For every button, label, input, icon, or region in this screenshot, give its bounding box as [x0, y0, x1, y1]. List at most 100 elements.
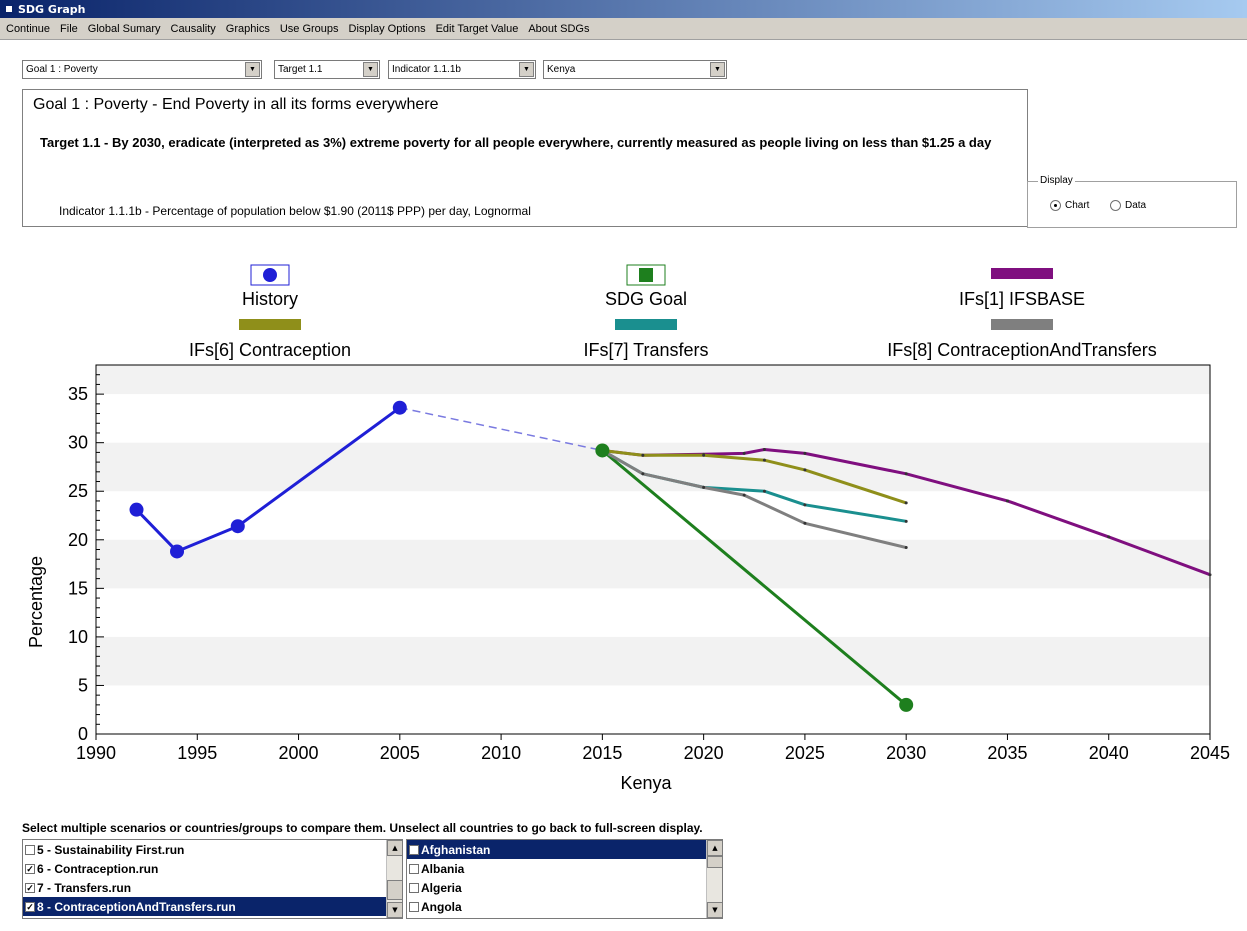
series-marker	[595, 443, 610, 458]
scenario-item-label: 8 - ContraceptionAndTransfers.run	[37, 899, 236, 914]
display-chart-label: Chart	[1065, 200, 1090, 211]
scroll-thumb[interactable]	[387, 880, 402, 900]
menu-about-sdgs[interactable]: About SDGs	[528, 23, 589, 35]
chevron-down-icon[interactable]: ▼	[245, 62, 260, 77]
x-tick-label: 2035	[987, 743, 1027, 763]
series-point	[904, 501, 908, 505]
country-item[interactable]: Afghanistan	[407, 840, 722, 859]
x-tick-label: 2000	[279, 743, 319, 763]
checkbox-checked-icon[interactable]: ✓	[25, 882, 35, 893]
legend-history-label: History	[241, 289, 298, 309]
display-chart-radio[interactable]: Chart	[1050, 200, 1089, 211]
y-tick-label: 25	[68, 481, 88, 501]
x-tick-label: 2040	[1089, 743, 1129, 763]
country-select[interactable]: Kenya ▼	[543, 60, 727, 79]
grid-band	[96, 539, 1210, 589]
series-point	[904, 519, 908, 523]
radio-unselected-icon[interactable]	[1110, 200, 1121, 211]
scenario-item[interactable]: ✓ 6 - Contraception.run	[23, 859, 402, 878]
series-point	[762, 458, 766, 462]
target-text: Target 1.1 - By 2030, eradicate (interpr…	[40, 135, 992, 150]
series-point	[762, 447, 766, 451]
y-tick-label: 20	[68, 530, 88, 550]
legend-ifsbase-swatch	[991, 268, 1053, 279]
series-marker	[392, 400, 407, 415]
series-point	[1107, 535, 1111, 539]
x-axis-label: Kenya	[620, 773, 672, 793]
window-title: SDG Graph	[18, 2, 86, 16]
scenario-scrollbar[interactable]: ▲ ▼	[386, 840, 402, 918]
chart-grid-bands	[96, 365, 1210, 686]
country-scrollbar[interactable]: ▲ ▼	[706, 840, 722, 918]
country-item[interactable]: Albania	[407, 859, 722, 878]
radio-selected-icon[interactable]	[1050, 200, 1061, 211]
country-item-label: Algeria	[421, 880, 462, 895]
indicator-select[interactable]: Indicator 1.1.1b ▼	[388, 60, 536, 79]
scenario-item-label: 5 - Sustainability First.run	[37, 842, 185, 857]
chevron-down-icon[interactable]: ▼	[519, 62, 534, 77]
checkbox-icon[interactable]	[409, 844, 419, 855]
x-tick-label: 2015	[582, 743, 622, 763]
y-tick-label: 10	[68, 627, 88, 647]
scenario-item[interactable]: ✓ 7 - Transfers.run	[23, 878, 402, 897]
menu-graphics[interactable]: Graphics	[226, 23, 270, 35]
checkbox-icon[interactable]	[409, 882, 419, 893]
country-select-value: Kenya	[547, 64, 576, 75]
chevron-down-icon[interactable]: ▼	[363, 62, 378, 77]
menu-display-options[interactable]: Display Options	[349, 23, 426, 35]
sdg-goal-legend-marker	[626, 264, 666, 286]
target-select[interactable]: Target 1.1 ▼	[274, 60, 380, 79]
grid-band	[96, 365, 1210, 395]
series-point	[641, 453, 645, 457]
display-group-label: Display	[1038, 175, 1075, 186]
series-point	[702, 485, 706, 489]
indicator-select-value: Indicator 1.1.1b	[392, 64, 461, 75]
menu-global-summary[interactable]: Global Sumary	[88, 23, 161, 35]
display-option-group: Display Chart Data	[1027, 175, 1237, 228]
x-tick-label: 1995	[177, 743, 217, 763]
series-point	[702, 453, 706, 457]
scenario-item-label: 7 - Transfers.run	[37, 880, 132, 895]
checkbox-icon[interactable]	[409, 863, 419, 874]
country-listbox[interactable]: Afghanistan Albania Algeria Angola ▲ ▼	[406, 839, 723, 919]
y-tick-label: 35	[68, 384, 88, 404]
country-item[interactable]: Algeria	[407, 878, 722, 897]
series-marker	[230, 519, 245, 534]
grid-band	[96, 636, 1210, 686]
scroll-thumb[interactable]	[707, 856, 722, 868]
country-item[interactable]: Angola	[407, 897, 722, 916]
y-axis-label: Percentage	[26, 556, 46, 648]
display-data-radio[interactable]: Data	[1110, 200, 1146, 211]
checkbox-icon[interactable]	[25, 844, 35, 855]
goal-title: Goal 1 : Poverty - End Poverty in all it…	[33, 96, 439, 113]
series-point	[641, 472, 645, 476]
scroll-up-icon[interactable]: ▲	[707, 840, 722, 856]
x-tick-label: 2005	[380, 743, 420, 763]
window-title-bar: SDG Graph	[0, 0, 1247, 18]
scroll-up-icon[interactable]: ▲	[387, 840, 402, 856]
menu-continue[interactable]: Continue	[6, 23, 50, 35]
menu-file[interactable]: File	[60, 23, 78, 35]
menu-edit-target-value[interactable]: Edit Target Value	[436, 23, 519, 35]
scroll-down-icon[interactable]: ▼	[707, 902, 722, 918]
scenario-item[interactable]: 5 - Sustainability First.run	[23, 840, 402, 859]
goal-select[interactable]: Goal 1 : Poverty ▼	[22, 60, 262, 79]
checkbox-checked-icon[interactable]: ✓	[25, 863, 35, 874]
legend-contraception-and-transfers-swatch	[991, 319, 1053, 330]
menu-causality[interactable]: Causality	[171, 23, 216, 35]
scroll-down-icon[interactable]: ▼	[387, 902, 402, 918]
menu-bar: Continue File Global Sumary Causality Gr…	[0, 18, 1247, 40]
x-tick-label: 2025	[785, 743, 825, 763]
series-marker	[129, 502, 144, 517]
series-point	[803, 468, 807, 472]
poverty-line-chart: 051015202530351990 1995 2000 2005 2010 2015 20…	[26, 364, 1230, 793]
menu-use-groups[interactable]: Use Groups	[280, 23, 339, 35]
checkbox-icon[interactable]	[409, 901, 419, 912]
goal-select-value: Goal 1 : Poverty	[26, 64, 98, 75]
checkbox-checked-icon[interactable]: ✓	[25, 901, 35, 912]
chevron-down-icon[interactable]: ▼	[710, 62, 725, 77]
scenario-listbox[interactable]: 5 - Sustainability First.run ✓ 6 - Contrac…	[22, 839, 403, 919]
scenario-item[interactable]: ✓ 8 - ContraceptionAndTransfers.run	[23, 897, 402, 916]
series-point	[742, 451, 746, 455]
selection-instructions: Select multiple scenarios or countries/g…	[22, 821, 703, 835]
